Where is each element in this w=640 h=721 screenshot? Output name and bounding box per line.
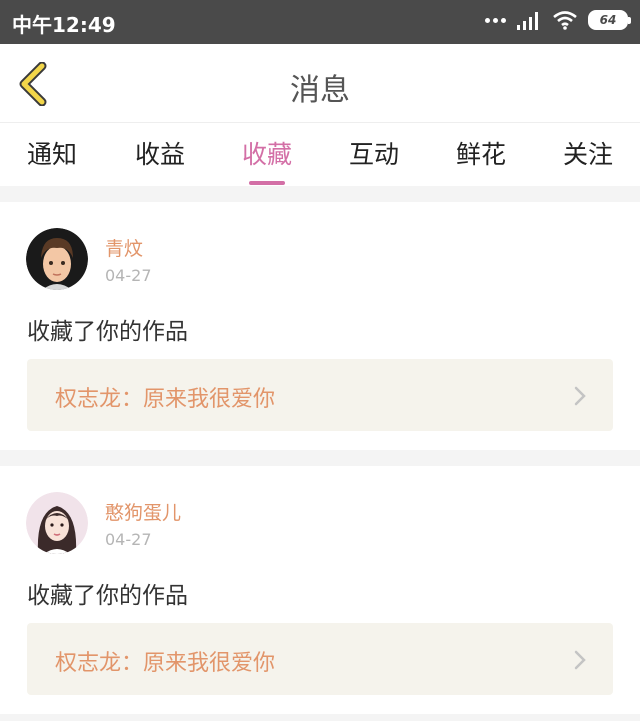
work-title: 权志龙：原来我很爱你 <box>55 651 276 676</box>
tab-earnings[interactable]: 收益 <box>120 135 200 171</box>
signal-icon <box>517 12 538 30</box>
user-name[interactable]: 憨狗蛋儿 <box>105 498 181 525</box>
tab-notice[interactable]: 通知 <box>12 135 92 171</box>
tab-bar: 通知 收益 收藏 互动 鲜花 关注 <box>0 122 640 186</box>
tab-label: 收益 <box>134 140 185 169</box>
tab-label: 通知 <box>26 140 77 169</box>
message-date: 04-27 <box>105 530 152 549</box>
message-card: 憨狗蛋儿 04-27 收藏了你的作品 权志龙：原来我很爱你 <box>0 466 640 714</box>
tab-active-indicator <box>249 181 285 185</box>
chevron-right-icon <box>574 650 586 670</box>
tab-follow[interactable]: 关注 <box>548 135 628 171</box>
avatar[interactable] <box>26 228 88 290</box>
chevron-right-icon <box>574 386 586 406</box>
more-dots-icon <box>485 17 506 23</box>
work-title: 权志龙：原来我很爱你 <box>55 387 276 412</box>
tab-label: 关注 <box>562 140 613 169</box>
tab-label: 鲜花 <box>455 140 506 169</box>
wifi-icon <box>553 11 577 30</box>
tab-flowers[interactable]: 鲜花 <box>441 135 521 171</box>
work-link[interactable]: 权志龙：原来我很爱你 <box>27 623 613 695</box>
status-icons: 64 <box>485 10 631 30</box>
status-bar: 中午12:49 64 <box>0 0 640 44</box>
message-date: 04-27 <box>105 266 152 285</box>
message-text: 收藏了你的作品 <box>27 583 188 609</box>
user-name[interactable]: 青炆 <box>105 234 143 261</box>
page-title: 消息 <box>290 73 350 108</box>
battery-icon: 64 <box>588 10 631 30</box>
tab-interaction[interactable]: 互动 <box>334 135 414 171</box>
status-time: 中午12:49 <box>12 13 116 37</box>
message-text: 收藏了你的作品 <box>27 319 188 345</box>
tab-favorites[interactable]: 收藏 <box>227 135 307 185</box>
tab-label: 收藏 <box>241 140 292 169</box>
tab-label: 互动 <box>348 140 399 169</box>
work-link[interactable]: 权志龙：原来我很爱你 <box>27 359 613 431</box>
avatar[interactable] <box>26 492 88 554</box>
top-nav: 消息 <box>0 44 640 122</box>
battery-level: 64 <box>599 13 617 27</box>
message-card: 青炆 04-27 收藏了你的作品 权志龙：原来我很爱你 <box>0 202 640 450</box>
